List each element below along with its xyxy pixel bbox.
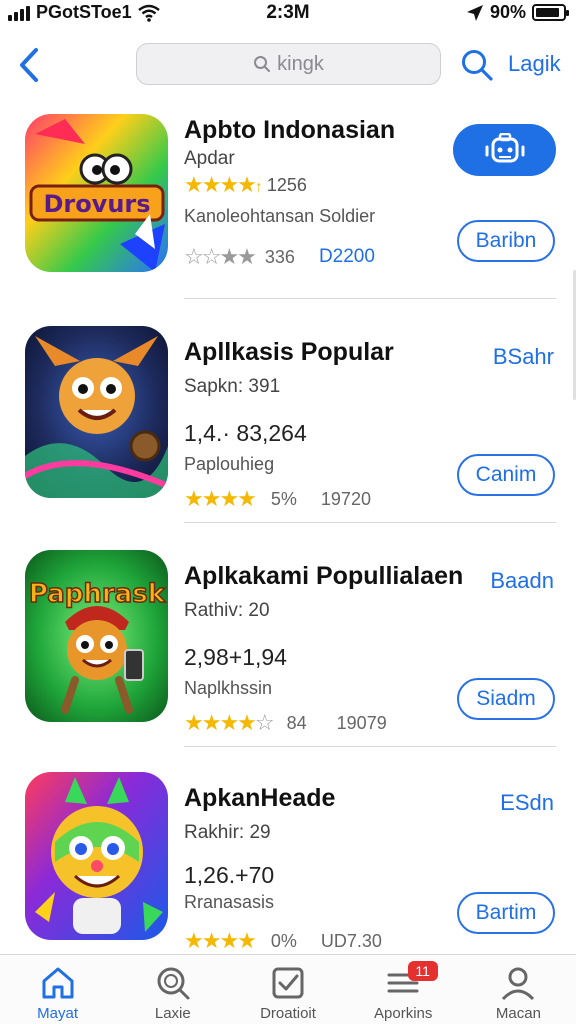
app-developer: Kanoleohtansan Soldier (184, 206, 376, 226)
star-outline-icon: ☆☆★★ (184, 244, 257, 269)
app-icon[interactable]: Paphrask (25, 550, 168, 722)
star-rating-icon: ★★★★ (184, 486, 257, 511)
meta-row: ☆☆★★ 336 D2200 (184, 244, 375, 270)
app-subtitle: Rathiv: 20 (184, 600, 270, 621)
status-right: 90% (466, 2, 569, 23)
app-price: D2200 (318, 246, 375, 267)
home-icon (42, 967, 74, 999)
tab-label: Droatioit (260, 1005, 316, 1022)
review-count: 336 (264, 246, 295, 267)
app-icon-text: Paphrask (29, 579, 166, 609)
divider (184, 746, 556, 747)
app-action-link[interactable]: Baadn (490, 568, 554, 594)
rating-row: ★★★★↑ 1256 (184, 172, 307, 198)
tab-label: Laxie (154, 1005, 191, 1022)
app-category: Naplkhssin (184, 678, 273, 698)
list-item[interactable]: Paphrask Aplkakami Popullialaen Baadn Ra… (0, 548, 576, 738)
get-button[interactable]: Canim (457, 454, 555, 496)
app-action-link[interactable]: ESdn (500, 790, 554, 816)
get-button[interactable]: Bartim (457, 892, 555, 934)
star-rating-icon: ★★★★↑ (184, 172, 263, 197)
app-extra: UD7.30 (320, 930, 382, 951)
search-input[interactable]: kingk (136, 43, 441, 85)
star-rating-icon: ★★★★☆ (184, 710, 275, 735)
tab-label: Macan (495, 1005, 541, 1022)
search-icon[interactable] (460, 48, 494, 82)
rating-count: 84 (286, 712, 307, 733)
app-name: Aplkakami Popullialaen (184, 562, 464, 590)
rating-row: ★★★★ 0% UD7.30 (184, 928, 382, 954)
rating-count: 5% (270, 488, 297, 509)
app-category: Paplouhieg (184, 454, 275, 474)
tab-bar: Mayat Laxie Droatioit 11 Aporkins Macan (0, 954, 576, 1024)
search-placeholder: kingk (277, 52, 324, 75)
tab-account[interactable]: Macan (461, 955, 576, 1024)
rating-row: ★★★★☆ 84 19079 (184, 710, 387, 736)
get-button[interactable]: Baribn (457, 220, 555, 262)
app-category: Rranasasis (184, 892, 275, 912)
get-button[interactable]: Siadm (457, 678, 555, 720)
open-app-button[interactable] (453, 124, 556, 176)
robot-icon (485, 133, 524, 163)
list-item[interactable]: Apllkasis Popular BSahr Sapkn: 391 1,4.·… (0, 324, 576, 514)
rating-row: ★★★★ 5% 19720 (184, 486, 371, 512)
search-field-icon (254, 56, 271, 72)
status-bar: PGotSToe1 2:3M 90% (0, 0, 576, 28)
divider (184, 522, 556, 523)
app-stat: 1,4.· 83,264 (184, 420, 307, 446)
divider (184, 298, 556, 299)
tab-search[interactable]: Laxie (115, 955, 230, 1024)
app-extra: 19720 (320, 488, 371, 509)
checkbox-icon (272, 967, 304, 999)
app-name: ApkanHeade (184, 784, 336, 812)
rating-count: 0% (270, 930, 297, 951)
rating-count: 1256 (266, 174, 307, 195)
battery-percent: 90% (489, 2, 526, 22)
app-icon[interactable]: Drovurs (25, 114, 168, 272)
app-subtitle: Rakhir: 29 (184, 822, 271, 843)
tab-updates[interactable]: 11 Aporkins (346, 955, 461, 1024)
app-icon-text: Drovurs (43, 190, 150, 218)
search-icon (157, 967, 190, 1000)
app-icon-art (25, 326, 168, 498)
nav-bar: kingk Lagik (0, 40, 576, 90)
app-icon-art: Drovurs (25, 114, 168, 272)
list-item[interactable]: ApkanHeade ESdn Rakhir: 29 1,26.+70 Rran… (0, 770, 576, 960)
tab-home[interactable]: Mayat (0, 955, 115, 1024)
app-action-link[interactable]: BSahr (493, 344, 554, 370)
app-name: Apllkasis Popular (184, 338, 394, 366)
tab-label: Aporkins (374, 1005, 433, 1022)
list-item[interactable]: Drovurs Apbto Indonasian Apdar ★★★★↑ 125… (0, 112, 576, 302)
person-icon (502, 967, 535, 1001)
app-name: Apbto Indonasian (184, 116, 396, 144)
app-stat: 1,26.+70 (184, 862, 275, 888)
star-rating-icon: ★★★★ (184, 928, 257, 953)
tab-label: Mayat (37, 1005, 79, 1022)
tab-checklist[interactable]: Droatioit (230, 955, 345, 1024)
app-icon-art: Paphrask (25, 550, 168, 722)
battery-icon (532, 4, 569, 21)
app-subtitle: Sapkn: 391 (184, 376, 281, 397)
app-icon-art (25, 772, 168, 940)
back-chevron-icon[interactable] (14, 46, 44, 84)
nav-action-link[interactable]: Lagik (508, 51, 561, 77)
app-subtitle: Apdar (184, 148, 235, 169)
app-icon[interactable] (25, 326, 168, 498)
app-icon[interactable] (25, 772, 168, 940)
app-extra: 19079 (336, 712, 387, 733)
battery-fill (536, 8, 560, 17)
app-stat: 2,98+1,94 (184, 644, 287, 670)
location-arrow-icon (466, 4, 483, 21)
notification-badge: 11 (407, 961, 438, 981)
